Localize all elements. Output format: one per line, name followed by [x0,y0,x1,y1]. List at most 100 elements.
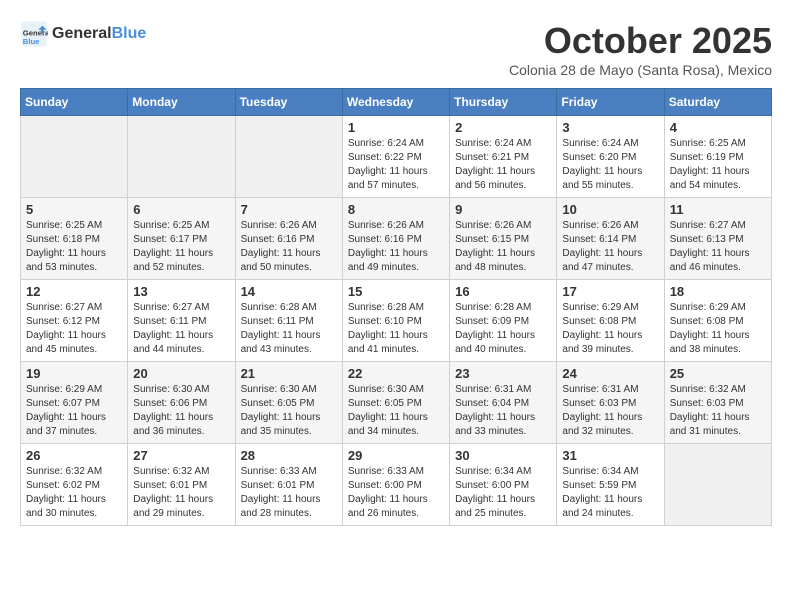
day-number: 10 [562,202,658,217]
empty-cell [235,116,342,198]
logo-general: General [52,25,112,42]
calendar-day-30: 30 Sunrise: 6:34 AM Sunset: 6:00 PM Dayli… [450,444,557,526]
day-info: Sunrise: 6:27 AM Sunset: 6:11 PM Dayligh… [133,301,229,357]
day-number: 30 [455,448,551,463]
calendar-day-8: 8 Sunrise: 6:26 AM Sunset: 6:16 PM Daylig… [342,198,449,280]
day-number: 14 [241,284,337,299]
day-info: Sunrise: 6:25 AM Sunset: 6:18 PM Dayligh… [26,219,122,275]
day-info: Sunrise: 6:24 AM Sunset: 6:20 PM Dayligh… [562,137,658,193]
day-number: 25 [670,366,766,381]
calendar-week-row: 26Sunrise: 6:32 AM Sunset: 6:02 PM Dayli… [21,444,772,526]
calendar-week-row: 12Sunrise: 6:27 AM Sunset: 6:12 PM Dayli… [21,280,772,362]
location-subtitle: Colonia 28 de Mayo (Santa Rosa), Mexico [509,62,772,78]
empty-cell [664,444,771,526]
calendar-day-28: 28Sunrise: 6:33 AM Sunset: 6:01 PM Dayli… [235,444,342,526]
calendar-day-1: 1 Sunrise: 6:24 AM Sunset: 6:22 PM Daylig… [342,116,449,198]
day-info: Sunrise: 6:29 AM Sunset: 6:07 PM Dayligh… [26,383,122,439]
day-info: Sunrise: 6:29 AM Sunset: 6:08 PM Dayligh… [670,301,766,357]
calendar-day-21: 21 Sunrise: 6:30 AM Sunset: 6:05 PM Dayli… [235,362,342,444]
day-info: Sunrise: 6:34 AM Sunset: 5:59 PM Dayligh… [562,465,658,521]
calendar-day-13: 13 Sunrise: 6:27 AM Sunset: 6:11 PM Dayli… [128,280,235,362]
day-info: Sunrise: 6:33 AM Sunset: 6:00 PM Dayligh… [348,465,444,521]
day-number: 22 [348,366,444,381]
calendar-day-4: 4 Sunrise: 6:25 AM Sunset: 6:19 PM Daylig… [664,116,771,198]
day-info: Sunrise: 6:28 AM Sunset: 6:09 PM Dayligh… [455,301,551,357]
svg-text:Blue: Blue [23,37,40,46]
day-number: 4 [670,120,766,135]
calendar-table: SundayMondayTuesdayWednesdayThursdayFrid… [20,88,772,526]
day-number: 6 [133,202,229,217]
calendar-day-12: 12Sunrise: 6:27 AM Sunset: 6:12 PM Dayli… [21,280,128,362]
day-number: 26 [26,448,122,463]
day-number: 16 [455,284,551,299]
weekday-header-monday: Monday [128,89,235,116]
calendar-day-18: 18Sunrise: 6:29 AM Sunset: 6:08 PM Dayli… [664,280,771,362]
day-info: Sunrise: 6:27 AM Sunset: 6:13 PM Dayligh… [670,219,766,275]
empty-cell [128,116,235,198]
day-number: 8 [348,202,444,217]
day-info: Sunrise: 6:28 AM Sunset: 6:11 PM Dayligh… [241,301,337,357]
day-info: Sunrise: 6:30 AM Sunset: 6:05 PM Dayligh… [348,383,444,439]
weekday-header-wednesday: Wednesday [342,89,449,116]
calendar-day-19: 19Sunrise: 6:29 AM Sunset: 6:07 PM Dayli… [21,362,128,444]
day-number: 31 [562,448,658,463]
day-number: 24 [562,366,658,381]
calendar-day-17: 17 Sunrise: 6:29 AM Sunset: 6:08 PM Dayli… [557,280,664,362]
calendar-day-7: 7Sunrise: 6:26 AM Sunset: 6:16 PM Daylig… [235,198,342,280]
logo-icon: General Blue [20,20,48,48]
day-info: Sunrise: 6:30 AM Sunset: 6:06 PM Dayligh… [133,383,229,439]
calendar-day-25: 25 Sunrise: 6:32 AM Sunset: 6:03 PM Dayli… [664,362,771,444]
day-info: Sunrise: 6:26 AM Sunset: 6:15 PM Dayligh… [455,219,551,275]
logo-blue: Blue [112,25,147,42]
day-info: Sunrise: 6:33 AM Sunset: 6:01 PM Dayligh… [241,465,337,521]
month-title: October 2025 [509,20,772,62]
calendar-day-22: 22 Sunrise: 6:30 AM Sunset: 6:05 PM Dayli… [342,362,449,444]
day-number: 5 [26,202,122,217]
day-info: Sunrise: 6:27 AM Sunset: 6:12 PM Dayligh… [26,301,122,357]
day-number: 27 [133,448,229,463]
calendar-day-9: 9 Sunrise: 6:26 AM Sunset: 6:15 PM Daylig… [450,198,557,280]
day-info: Sunrise: 6:34 AM Sunset: 6:00 PM Dayligh… [455,465,551,521]
day-info: Sunrise: 6:29 AM Sunset: 6:08 PM Dayligh… [562,301,658,357]
day-info: Sunrise: 6:31 AM Sunset: 6:04 PM Dayligh… [455,383,551,439]
weekday-header-tuesday: Tuesday [235,89,342,116]
calendar-day-14: 14 Sunrise: 6:28 AM Sunset: 6:11 PM Dayli… [235,280,342,362]
day-info: Sunrise: 6:26 AM Sunset: 6:16 PM Dayligh… [348,219,444,275]
day-number: 17 [562,284,658,299]
day-info: Sunrise: 6:25 AM Sunset: 6:19 PM Dayligh… [670,137,766,193]
day-number: 20 [133,366,229,381]
day-info: Sunrise: 6:30 AM Sunset: 6:05 PM Dayligh… [241,383,337,439]
day-number: 23 [455,366,551,381]
day-info: Sunrise: 6:24 AM Sunset: 6:21 PM Dayligh… [455,137,551,193]
calendar-day-6: 6Sunrise: 6:25 AM Sunset: 6:17 PM Daylig… [128,198,235,280]
day-number: 2 [455,120,551,135]
day-info: Sunrise: 6:24 AM Sunset: 6:22 PM Dayligh… [348,137,444,193]
day-number: 7 [241,202,337,217]
weekday-header-thursday: Thursday [450,89,557,116]
day-number: 1 [348,120,444,135]
weekday-header-sunday: Sunday [21,89,128,116]
day-info: Sunrise: 6:32 AM Sunset: 6:03 PM Dayligh… [670,383,766,439]
calendar-day-29: 29 Sunrise: 6:33 AM Sunset: 6:00 PM Dayli… [342,444,449,526]
day-number: 9 [455,202,551,217]
weekday-header-friday: Friday [557,89,664,116]
day-info: Sunrise: 6:31 AM Sunset: 6:03 PM Dayligh… [562,383,658,439]
calendar-day-10: 10Sunrise: 6:26 AM Sunset: 6:14 PM Dayli… [557,198,664,280]
title-block: October 2025 Colonia 28 de Mayo (Santa R… [509,20,772,78]
calendar-day-11: 11 Sunrise: 6:27 AM Sunset: 6:13 PM Dayli… [664,198,771,280]
calendar-day-15: 15Sunrise: 6:28 AM Sunset: 6:10 PM Dayli… [342,280,449,362]
calendar-day-16: 16 Sunrise: 6:28 AM Sunset: 6:09 PM Dayli… [450,280,557,362]
calendar-day-3: 3 Sunrise: 6:24 AM Sunset: 6:20 PM Daylig… [557,116,664,198]
calendar-week-row: 5 Sunrise: 6:25 AM Sunset: 6:18 PM Daylig… [21,198,772,280]
day-number: 13 [133,284,229,299]
calendar-day-31: 31 Sunrise: 6:34 AM Sunset: 5:59 PM Dayli… [557,444,664,526]
weekday-header-row: SundayMondayTuesdayWednesdayThursdayFrid… [21,89,772,116]
calendar-day-27: 27Sunrise: 6:32 AM Sunset: 6:01 PM Dayli… [128,444,235,526]
day-number: 11 [670,202,766,217]
logo: General Blue GeneralBlue [20,20,146,48]
day-number: 21 [241,366,337,381]
page-header: General Blue GeneralBlue October 2025 Co… [20,20,772,78]
day-number: 29 [348,448,444,463]
day-number: 3 [562,120,658,135]
day-number: 15 [348,284,444,299]
